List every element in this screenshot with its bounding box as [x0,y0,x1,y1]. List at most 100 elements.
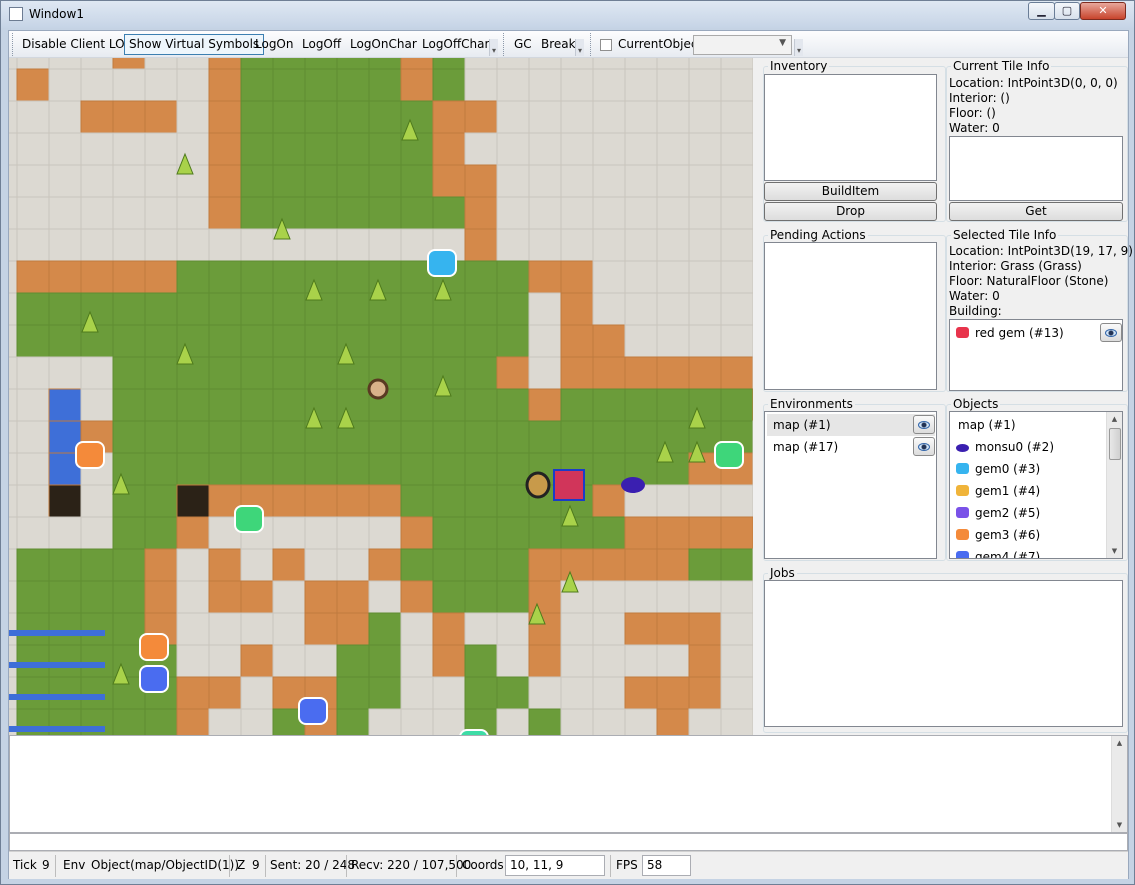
map-tile[interactable] [144,100,178,134]
map-tile[interactable] [9,612,18,646]
scroll-down-icon[interactable]: ▼ [1112,818,1127,832]
eye-icon[interactable] [913,415,935,434]
map-tile[interactable] [336,68,370,102]
map-tile[interactable] [400,644,434,678]
map-tile[interactable] [9,58,18,70]
map-tile[interactable] [432,516,466,550]
map-tile[interactable] [592,612,626,646]
map-tile[interactable] [432,676,466,710]
map-tile[interactable] [80,676,114,710]
map-tile[interactable] [624,68,658,102]
eye-icon[interactable] [913,437,935,456]
map-tile[interactable] [368,196,402,230]
map-tile[interactable] [272,644,306,678]
map-tile[interactable] [336,708,370,735]
map-tile[interactable] [9,356,18,390]
map-tile[interactable] [144,516,178,550]
map-tile[interactable] [272,100,306,134]
map-tile[interactable] [496,58,530,70]
map-tile[interactable] [720,292,753,326]
list-item[interactable]: map (#1) [767,414,935,436]
map-tile[interactable] [560,676,594,710]
map-tile[interactable] [48,324,82,358]
map-tile[interactable] [9,164,18,198]
map-tile[interactable] [496,324,530,358]
map-tile[interactable] [688,58,722,70]
scroll-up-icon[interactable]: ▲ [1112,736,1127,750]
map-tile[interactable] [304,516,338,550]
map-tile[interactable] [80,132,114,166]
map-tile[interactable] [528,324,562,358]
map-tile[interactable] [208,612,242,646]
map-tile[interactable] [368,548,402,582]
map-tile[interactable] [464,324,498,358]
map-tile[interactable] [9,228,18,262]
map-tile[interactable] [144,292,178,326]
map-tile[interactable] [624,228,658,262]
map-tile[interactable] [272,196,306,230]
map-tile[interactable] [592,58,626,70]
map-tile[interactable] [624,356,658,390]
map-tile[interactable] [400,356,434,390]
map-tile[interactable] [400,484,434,518]
map-tile[interactable] [720,708,753,735]
scroll-thumb[interactable] [1109,428,1121,460]
map-tile[interactable] [624,644,658,678]
map-tile[interactable] [464,484,498,518]
map-tile[interactable] [688,580,722,614]
map-tile[interactable] [656,196,690,230]
map-tile[interactable] [464,452,498,486]
map-tile[interactable] [592,452,626,486]
map-tile[interactable] [16,164,50,198]
map-tile[interactable] [720,644,753,678]
map-tile[interactable] [464,132,498,166]
map-tile[interactable] [208,580,242,614]
map-tile[interactable] [48,356,82,390]
gem-icon[interactable] [427,249,457,277]
map-tile[interactable] [368,580,402,614]
map-tile[interactable] [9,420,18,454]
map-tile[interactable] [240,164,274,198]
map-tile[interactable] [144,164,178,198]
map-tile[interactable] [720,132,753,166]
virtual-symbol-icon[interactable] [525,471,551,499]
list-item[interactable]: gem2 (#5) [952,502,1040,524]
map-tile[interactable] [656,676,690,710]
map-tile[interactable] [48,548,82,582]
map-tile[interactable] [528,164,562,198]
map-tile[interactable] [336,100,370,134]
scroll-down-icon[interactable]: ▼ [1107,544,1122,558]
map-tile[interactable] [400,612,434,646]
map-tile[interactable] [560,548,594,582]
map-tile[interactable] [496,292,530,326]
map-tile[interactable] [112,580,146,614]
map-tile[interactable] [528,548,562,582]
map-tile[interactable] [272,484,306,518]
map-tile[interactable] [560,100,594,134]
map-tile[interactable] [80,644,114,678]
map-tile[interactable] [464,58,498,70]
map-tile[interactable] [240,580,274,614]
dwarf-icon[interactable] [367,378,389,400]
gem-icon[interactable] [75,441,105,469]
map-tile[interactable] [592,644,626,678]
map-tile[interactable] [144,132,178,166]
map-tile[interactable] [688,644,722,678]
map-view[interactable] [9,58,753,735]
map-tile[interactable] [560,164,594,198]
map-tile[interactable] [368,516,402,550]
close-button[interactable]: ✕ [1080,2,1126,20]
map-tile[interactable] [720,356,753,390]
map-tile[interactable] [9,388,18,422]
map-tile[interactable] [80,260,114,294]
toolbar-grip[interactable] [590,33,593,56]
map-tile[interactable] [496,484,530,518]
map-tile[interactable] [592,196,626,230]
builditem-button[interactable]: BuildItem [764,182,937,201]
map-tile[interactable] [336,580,370,614]
map-tile[interactable] [688,100,722,134]
map-tile[interactable] [560,260,594,294]
map-tile[interactable] [16,420,50,454]
map-tile[interactable] [528,292,562,326]
get-button[interactable]: Get [949,202,1123,221]
